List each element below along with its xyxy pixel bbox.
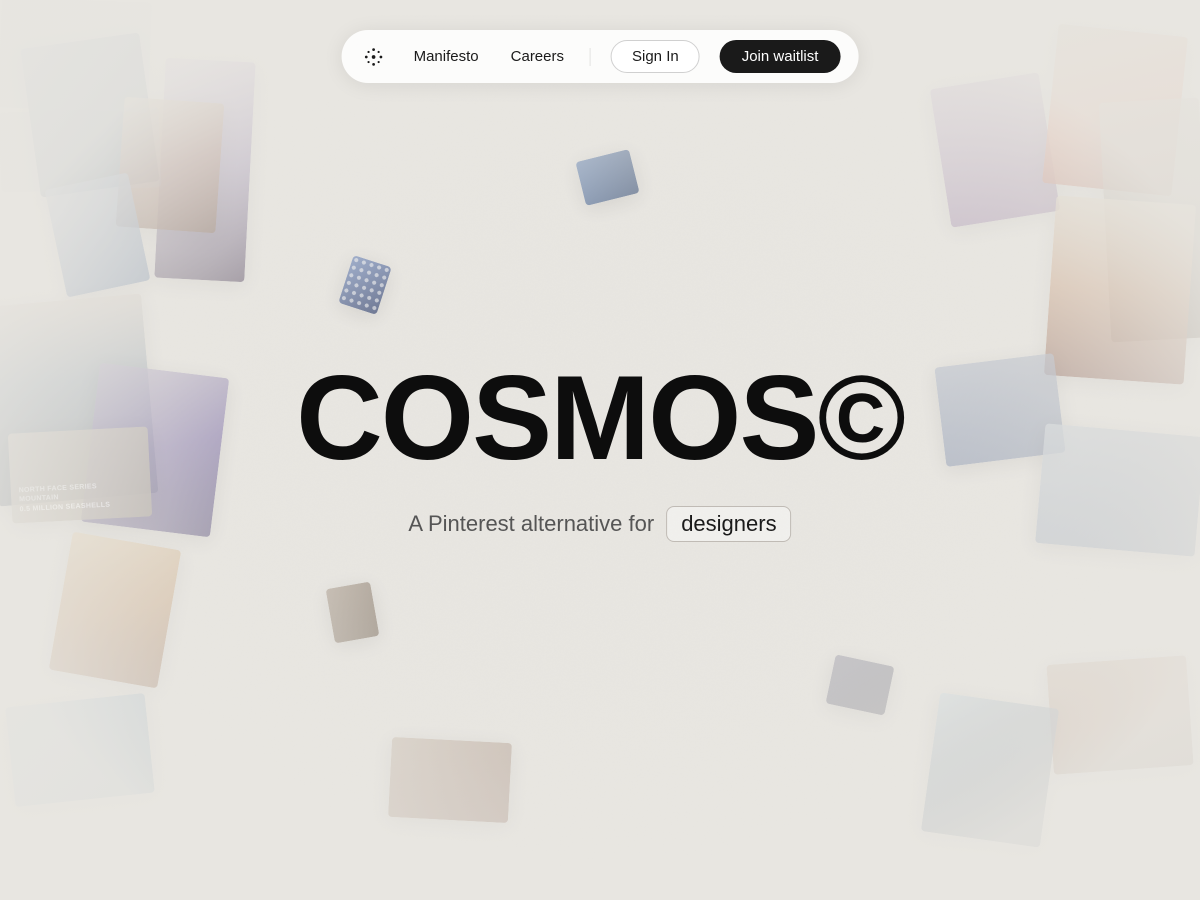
image-card xyxy=(116,97,225,234)
image-card xyxy=(49,532,182,689)
navbar: Manifesto Careers Sign In Join waitlist xyxy=(342,30,859,83)
join-waitlist-button[interactable]: Join waitlist xyxy=(720,40,841,73)
image-card xyxy=(825,654,894,715)
image-card xyxy=(388,737,512,823)
hero-subtitle: A Pinterest alternative for designers xyxy=(296,506,904,542)
image-card xyxy=(0,293,158,506)
hero-section: COSMOS© A Pinterest alternative for desi… xyxy=(296,358,904,542)
nav-divider xyxy=(590,48,591,66)
image-card xyxy=(5,693,155,807)
image-card xyxy=(930,72,1061,227)
hero-title: COSMOS© xyxy=(296,358,904,478)
image-card xyxy=(154,58,255,282)
image-card xyxy=(921,692,1059,847)
hero-badge: designers xyxy=(666,506,791,542)
image-card xyxy=(1042,24,1188,197)
image-card xyxy=(81,363,230,538)
image-card xyxy=(1035,423,1200,556)
image-card xyxy=(338,255,391,315)
careers-link[interactable]: Careers xyxy=(505,44,570,69)
image-card xyxy=(0,107,161,193)
card-text: NORTH FACE SERIESMOUNTAIN0.5 MILLION SEA… xyxy=(18,479,143,515)
image-card xyxy=(326,582,380,644)
image-card xyxy=(1046,655,1193,774)
image-card xyxy=(1099,98,1200,343)
image-card xyxy=(0,0,152,113)
image-card xyxy=(934,353,1065,467)
manifesto-link[interactable]: Manifesto xyxy=(408,44,485,69)
image-card xyxy=(44,172,150,297)
cosmos-logo-icon xyxy=(360,43,388,71)
image-card xyxy=(1044,195,1196,384)
signin-button[interactable]: Sign In xyxy=(611,40,700,73)
image-card: NORTH FACE SERIESMOUNTAIN0.5 MILLION SEA… xyxy=(8,426,153,523)
image-card xyxy=(575,149,639,206)
hero-subtitle-text: A Pinterest alternative for xyxy=(408,511,654,537)
image-card xyxy=(20,32,160,197)
